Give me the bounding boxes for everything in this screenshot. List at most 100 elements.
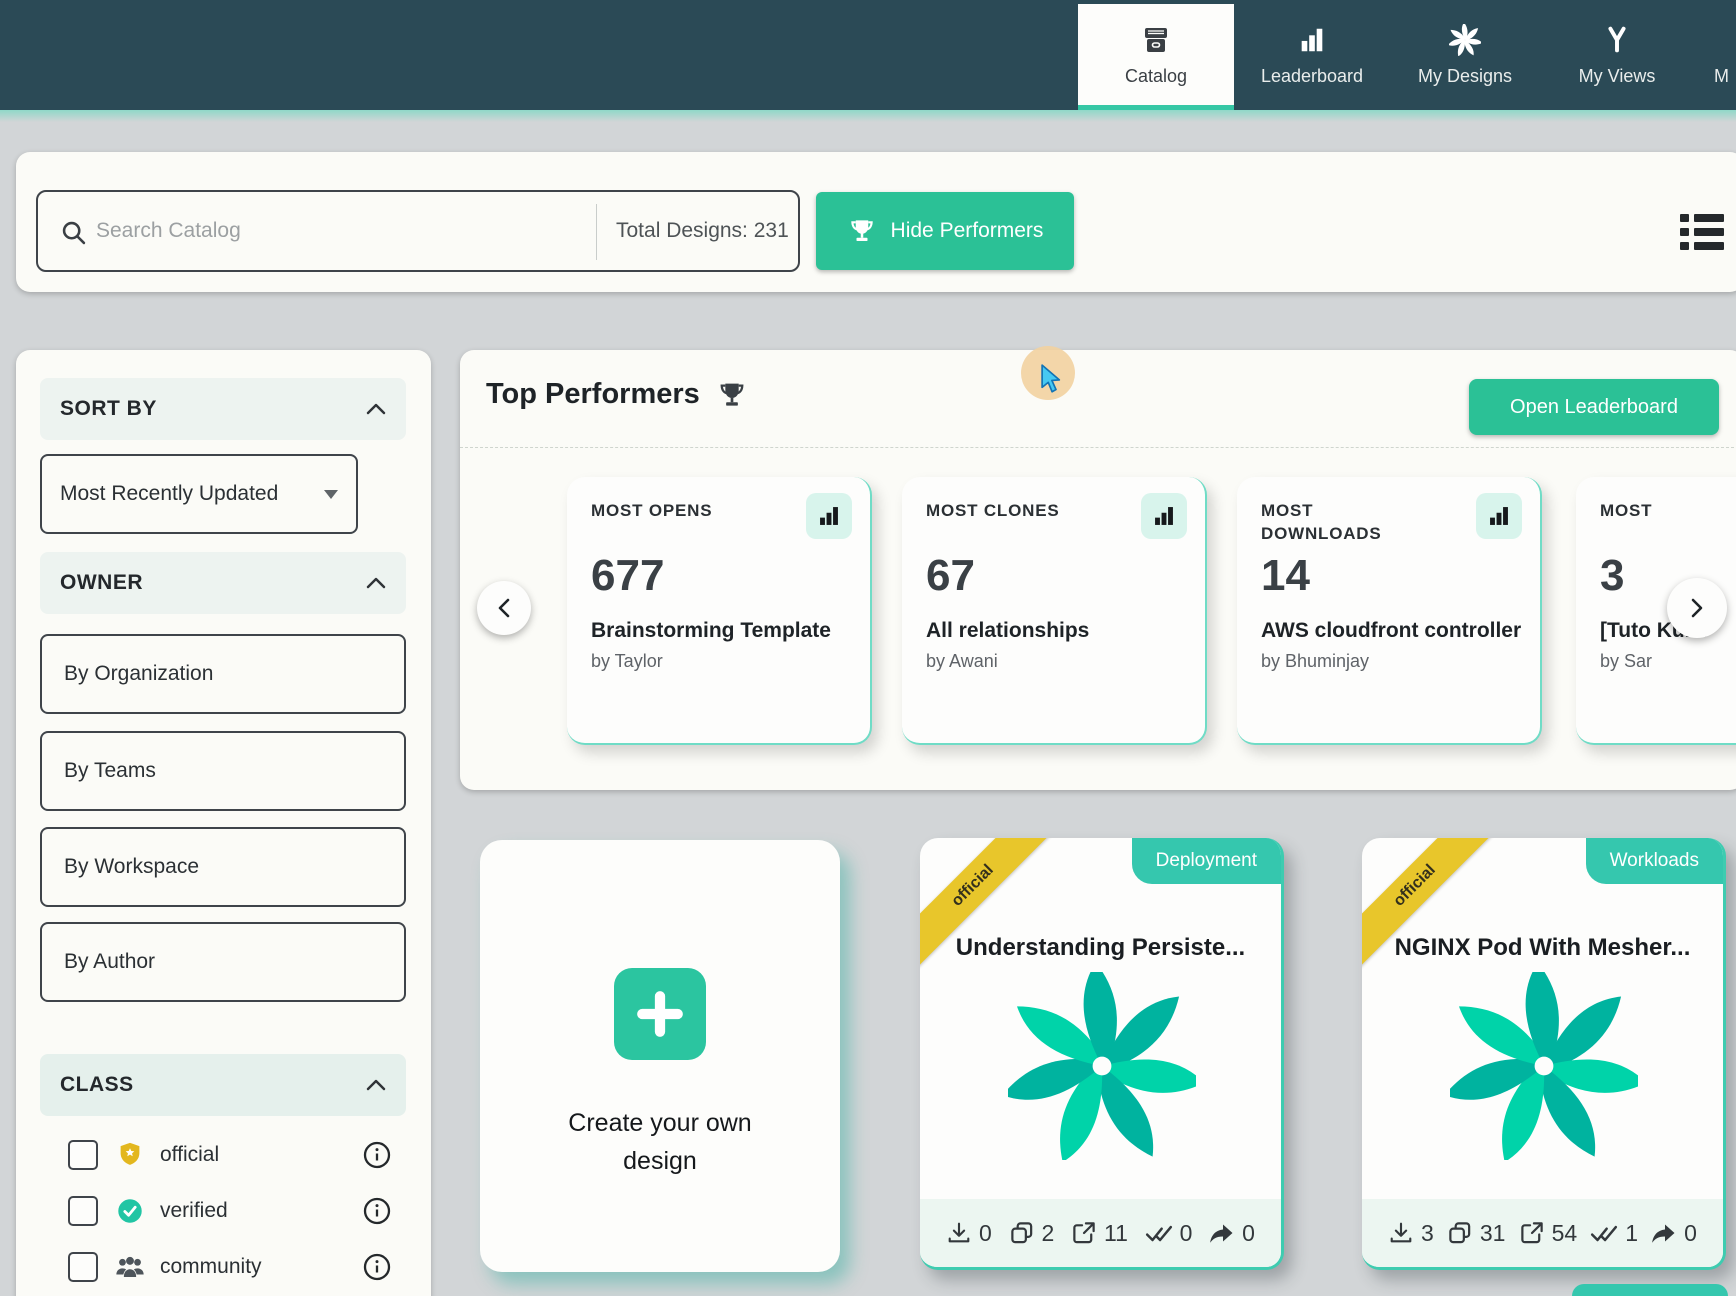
toolbar-panel: Total Designs: 231 Hide Performers <box>16 152 1736 292</box>
list-view-icon[interactable] <box>1680 214 1724 250</box>
filter-sidebar: SORT BY Most Recently Updated OWNER By O… <box>16 350 431 1296</box>
metric-value: 14 <box>1261 551 1310 601</box>
community-checkbox[interactable] <box>68 1252 98 1282</box>
design-title: Understanding Persiste... <box>930 934 1271 962</box>
tab-label: Leaderboard <box>1261 66 1363 87</box>
shares-stat: 0 <box>1209 1220 1255 1247</box>
category-badge[interactable]: Deployment <box>1132 838 1281 884</box>
downloads-stat: 3 <box>1388 1220 1434 1247</box>
official-checkbox[interactable] <box>68 1140 98 1170</box>
info-icon[interactable] <box>362 1196 392 1226</box>
hide-performers-button[interactable]: Hide Performers <box>816 192 1074 270</box>
performer-card-most-clones[interactable]: MOST CLONES 67 All relationships by Awan… <box>902 477 1207 745</box>
search-input[interactable] <box>96 192 536 270</box>
info-icon[interactable] <box>362 1140 392 1170</box>
clones-count: 2 <box>1042 1220 1055 1247</box>
class-header[interactable]: CLASS <box>40 1054 406 1116</box>
total-designs-count: Total Designs: 231 <box>616 192 789 270</box>
class-label: community <box>160 1255 262 1279</box>
share-icon <box>1651 1221 1677 1245</box>
community-people-icon <box>114 1251 146 1283</box>
double-check-icon <box>1590 1222 1618 1244</box>
open-leaderboard-button[interactable]: Open Leaderboard <box>1469 379 1719 435</box>
design-author: by Bhuminjay <box>1261 651 1522 672</box>
owner-title: OWNER <box>60 571 143 595</box>
nav-bottom-gradient <box>0 110 1736 122</box>
chevron-up-icon[interactable] <box>366 577 386 589</box>
performer-card-most-opens[interactable]: MOST OPENS 677 Brainstorming Template by… <box>567 477 872 745</box>
design-title: NGINX Pod With Mesher... <box>1372 934 1713 962</box>
open-leaderboard-label: Open Leaderboard <box>1510 396 1678 419</box>
create-line-2: design <box>480 1142 840 1180</box>
open-in-new-icon <box>1519 1220 1545 1246</box>
design-name: Brainstorming Template <box>591 617 852 644</box>
design-stats-bar: 3 31 54 <box>1362 1199 1723 1267</box>
carousel-prev-button[interactable] <box>477 581 531 635</box>
tab-label: My Designs <box>1418 66 1512 87</box>
design-author: by Awani <box>926 651 1187 672</box>
carousel-next-button[interactable] <box>1667 578 1727 638</box>
class-row-official: official <box>40 1132 406 1178</box>
clipped-tab-icon <box>1714 23 1736 57</box>
tab-catalog[interactable]: Catalog <box>1078 4 1234 110</box>
checks-stat: 1 <box>1590 1220 1638 1247</box>
filter-by-teams-button[interactable]: By Teams <box>40 731 406 811</box>
verified-badge-icon <box>114 1195 146 1227</box>
tab-leaderboard[interactable]: Leaderboard <box>1248 0 1376 110</box>
verified-checkbox[interactable] <box>68 1196 98 1226</box>
downloads-stat: 0 <box>946 1220 992 1247</box>
tab-clipped[interactable]: M <box>1714 0 1736 110</box>
design-stats-bar: 0 2 11 <box>920 1199 1281 1267</box>
checks-stat: 0 <box>1145 1220 1193 1247</box>
filter-by-workspace-button[interactable]: By Workspace <box>40 827 406 907</box>
search-divider <box>596 204 597 260</box>
button-label: By Organization <box>64 662 213 686</box>
button-label: By Teams <box>64 759 156 783</box>
owner-header[interactable]: OWNER <box>40 552 406 614</box>
metric-label: MOST <box>1600 499 1736 522</box>
metric-label: MOST DOWNLOADS <box>1261 499 1411 545</box>
button-label: By Workspace <box>64 855 199 879</box>
meshery-logo <box>1008 972 1196 1160</box>
performer-card-most-downloads[interactable]: MOST DOWNLOADS 14 AWS cloudfront control… <box>1237 477 1542 745</box>
official-shield-icon <box>114 1139 146 1171</box>
class-title: CLASS <box>60 1073 134 1097</box>
design-author: by Sar <box>1600 651 1736 672</box>
sort-order-value: Most Recently Updated <box>60 482 278 506</box>
design-name: All relationships <box>926 617 1187 644</box>
tab-my-designs[interactable]: My Designs <box>1390 0 1540 110</box>
top-performers-label: Top Performers <box>486 378 700 411</box>
design-card-nginx-pod[interactable]: Workloads official NGINX Pod With Mesher… <box>1362 838 1726 1270</box>
create-design-card[interactable]: Create your own design <box>480 840 840 1272</box>
downloads-count: 3 <box>1421 1220 1434 1247</box>
tab-label: M <box>1714 66 1729 87</box>
double-check-icon <box>1145 1222 1173 1244</box>
hide-performers-label: Hide Performers <box>891 219 1044 243</box>
class-row-verified: verified <box>40 1188 406 1234</box>
chevron-up-icon[interactable] <box>366 403 386 415</box>
filter-by-organization-button[interactable]: By Organization <box>40 634 406 714</box>
sort-by-header[interactable]: SORT BY <box>40 378 406 440</box>
plus-icon <box>614 968 706 1060</box>
tab-my-views[interactable]: My Views <box>1552 0 1682 110</box>
filter-by-author-button[interactable]: By Author <box>40 922 406 1002</box>
tab-label: My Views <box>1579 66 1656 87</box>
chevron-right-icon <box>1688 597 1706 619</box>
chevron-up-icon[interactable] <box>366 1079 386 1091</box>
checks-count: 1 <box>1625 1220 1638 1247</box>
opens-stat: 11 <box>1071 1220 1128 1247</box>
metric-value: 3 <box>1600 551 1624 601</box>
catalog-archive-icon <box>1139 23 1173 57</box>
create-design-label: Create your own design <box>480 1104 840 1180</box>
design-author: by Taylor <box>591 651 852 672</box>
design-card-understanding-persistent[interactable]: Deployment official Understanding Persis… <box>920 838 1284 1270</box>
category-badge[interactable]: Workloads <box>1586 838 1723 884</box>
sort-order-select[interactable]: Most Recently Updated <box>40 454 358 534</box>
meshery-logo <box>1450 972 1638 1160</box>
opens-count: 11 <box>1104 1220 1128 1247</box>
tab-label: Catalog <box>1125 66 1187 87</box>
shares-count: 0 <box>1242 1220 1255 1247</box>
next-row-card-edge <box>1572 1284 1728 1296</box>
info-icon[interactable] <box>362 1252 392 1282</box>
top-performers-panel: Top Performers Open Leaderboard MOST OPE… <box>460 350 1736 790</box>
